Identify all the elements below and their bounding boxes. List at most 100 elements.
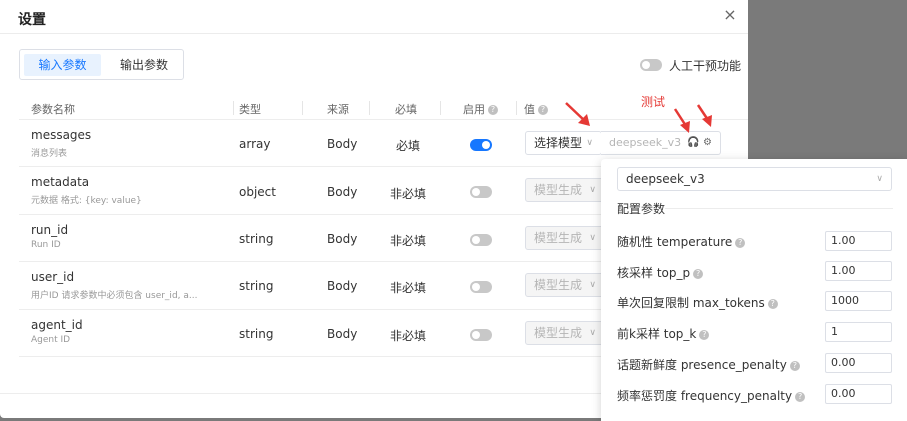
param-required: 非必填 bbox=[390, 234, 427, 248]
param-tabs: 输入参数 输出参数 bbox=[19, 49, 184, 80]
header-separator bbox=[440, 101, 441, 115]
header-separator bbox=[233, 101, 234, 115]
tab-input-params[interactable]: 输入参数 bbox=[24, 54, 101, 76]
param-label-temperature: 随机性 temperature? bbox=[617, 233, 746, 250]
param-label-text: 核采样 top_p bbox=[617, 266, 691, 280]
help-icon[interactable]: ? bbox=[735, 238, 746, 248]
param-label-text: 频率惩罚度 frequency_penalty bbox=[617, 389, 793, 403]
chevron-down-icon: ∨ bbox=[589, 280, 596, 290]
header-name: 参数名称 bbox=[31, 103, 75, 116]
header-separator bbox=[302, 101, 303, 115]
param-label-presence-penalty: 话题新鲜度 presence_penalty? bbox=[617, 356, 800, 373]
header-source: 来源 bbox=[327, 103, 349, 116]
header-value-label: 值 bbox=[524, 103, 535, 116]
param-type: string bbox=[239, 327, 274, 341]
frequency-penalty-input[interactable]: 0.00 bbox=[825, 384, 892, 404]
param-required: 非必填 bbox=[390, 187, 427, 201]
chevron-down-icon: ∨ bbox=[586, 138, 593, 148]
param-type: string bbox=[239, 232, 274, 246]
chevron-down-icon: ∨ bbox=[589, 185, 596, 195]
header-required: 必填 bbox=[395, 103, 417, 116]
param-desc: 元数据 格式: {key: value} bbox=[31, 196, 142, 206]
select-value: 模型生成 bbox=[534, 326, 583, 340]
help-icon[interactable]: ? bbox=[767, 299, 778, 309]
section-divider bbox=[665, 208, 893, 209]
chevron-down-icon: ∨ bbox=[589, 328, 596, 338]
param-source: Body bbox=[327, 279, 358, 293]
annotation-label: 测试 bbox=[641, 95, 666, 109]
param-name: messages bbox=[31, 128, 92, 142]
value-source-select[interactable]: 选择模型 ∨ bbox=[525, 131, 602, 155]
select-value: 模型生成 bbox=[534, 231, 583, 245]
param-label-top-k: 前k采样 top_k? bbox=[617, 325, 710, 342]
model-config-popover: deepseek_v3 ∨ 配置参数 随机性 temperature? 1.00 … bbox=[601, 159, 907, 421]
close-icon[interactable]: × bbox=[721, 6, 739, 24]
model-select-value: deepseek_v3 bbox=[626, 172, 705, 186]
header-divider bbox=[0, 33, 748, 34]
param-type: array bbox=[239, 137, 271, 151]
param-name: metadata bbox=[31, 175, 90, 189]
value-source-select: 模型生成 ∨ bbox=[525, 226, 605, 250]
param-label-top-p: 核采样 top_p? bbox=[617, 264, 704, 281]
value-source-select: 模型生成 ∨ bbox=[525, 321, 605, 345]
enabled-toggle[interactable] bbox=[470, 186, 492, 198]
model-select[interactable]: deepseek_v3 ∨ bbox=[617, 167, 892, 191]
help-icon[interactable]: ? bbox=[693, 269, 704, 279]
annotation-arrow bbox=[565, 102, 590, 126]
annotation-arrow bbox=[696, 104, 712, 127]
param-source: Body bbox=[327, 232, 358, 246]
param-desc: 消息列表 bbox=[31, 149, 68, 159]
select-value: 模型生成 bbox=[534, 183, 583, 197]
config-section-title: 配置参数 bbox=[617, 202, 666, 216]
select-value: 选择模型 bbox=[534, 136, 583, 150]
hitl-toggle[interactable] bbox=[640, 59, 662, 71]
header-separator bbox=[516, 101, 517, 115]
param-desc: 用户ID 请求参数中必须包含 user_id, a... bbox=[31, 291, 198, 301]
header-separator bbox=[369, 101, 370, 115]
param-desc: Agent ID bbox=[31, 335, 71, 345]
presence-penalty-input[interactable]: 0.00 bbox=[825, 353, 892, 373]
enabled-toggle[interactable] bbox=[470, 329, 492, 341]
top-p-input[interactable]: 1.00 bbox=[825, 261, 892, 281]
param-type: string bbox=[239, 279, 274, 293]
chevron-down-icon: ∨ bbox=[876, 174, 883, 184]
help-icon[interactable]: ? bbox=[789, 361, 800, 371]
chevron-down-icon: ∨ bbox=[589, 233, 596, 243]
headset-icon[interactable]: 🎧 bbox=[687, 137, 699, 148]
help-icon[interactable]: ? bbox=[795, 392, 806, 402]
param-label-text: 话题新鲜度 presence_penalty bbox=[617, 358, 787, 372]
max-tokens-input[interactable]: 1000 bbox=[825, 291, 892, 311]
hitl-label: 人工干预功能 bbox=[669, 59, 742, 73]
tab-output-params[interactable]: 输出参数 bbox=[109, 54, 179, 76]
top-k-input[interactable]: 1 bbox=[825, 322, 892, 342]
param-required: 必填 bbox=[396, 139, 421, 153]
help-icon[interactable]: ? bbox=[699, 330, 710, 340]
value-source-select: 模型生成 ∨ bbox=[525, 273, 605, 297]
param-label-text: 单次回复限制 max_tokens bbox=[617, 296, 765, 310]
param-source: Body bbox=[327, 327, 358, 341]
enabled-toggle[interactable] bbox=[470, 139, 492, 151]
param-desc: Run ID bbox=[31, 240, 61, 250]
param-required: 非必填 bbox=[390, 329, 427, 343]
row-divider bbox=[19, 119, 748, 120]
select-value: 模型生成 bbox=[534, 278, 583, 292]
param-source: Body bbox=[327, 137, 358, 151]
param-name: agent_id bbox=[31, 318, 83, 332]
enabled-toggle[interactable] bbox=[470, 234, 492, 246]
enabled-toggle[interactable] bbox=[470, 281, 492, 293]
header-type: 类型 bbox=[239, 103, 261, 116]
param-source: Body bbox=[327, 185, 358, 199]
temperature-input[interactable]: 1.00 bbox=[825, 231, 892, 251]
param-label-frequency-penalty: 频率惩罚度 frequency_penalty? bbox=[617, 387, 806, 404]
header-enabled: 启用? bbox=[463, 101, 498, 117]
dialog-title: 设置 bbox=[18, 12, 46, 28]
param-label-max-tokens: 单次回复限制 max_tokens? bbox=[617, 294, 778, 311]
gear-icon[interactable]: ⚙ bbox=[703, 137, 712, 148]
param-required: 非必填 bbox=[390, 281, 427, 295]
param-label-text: 前k采样 top_k bbox=[617, 327, 697, 341]
param-name: run_id bbox=[31, 223, 69, 237]
param-label-text: 随机性 temperature bbox=[617, 235, 733, 249]
help-icon[interactable]: ? bbox=[488, 105, 498, 115]
param-type: object bbox=[239, 185, 276, 199]
help-icon[interactable]: ? bbox=[538, 105, 548, 115]
